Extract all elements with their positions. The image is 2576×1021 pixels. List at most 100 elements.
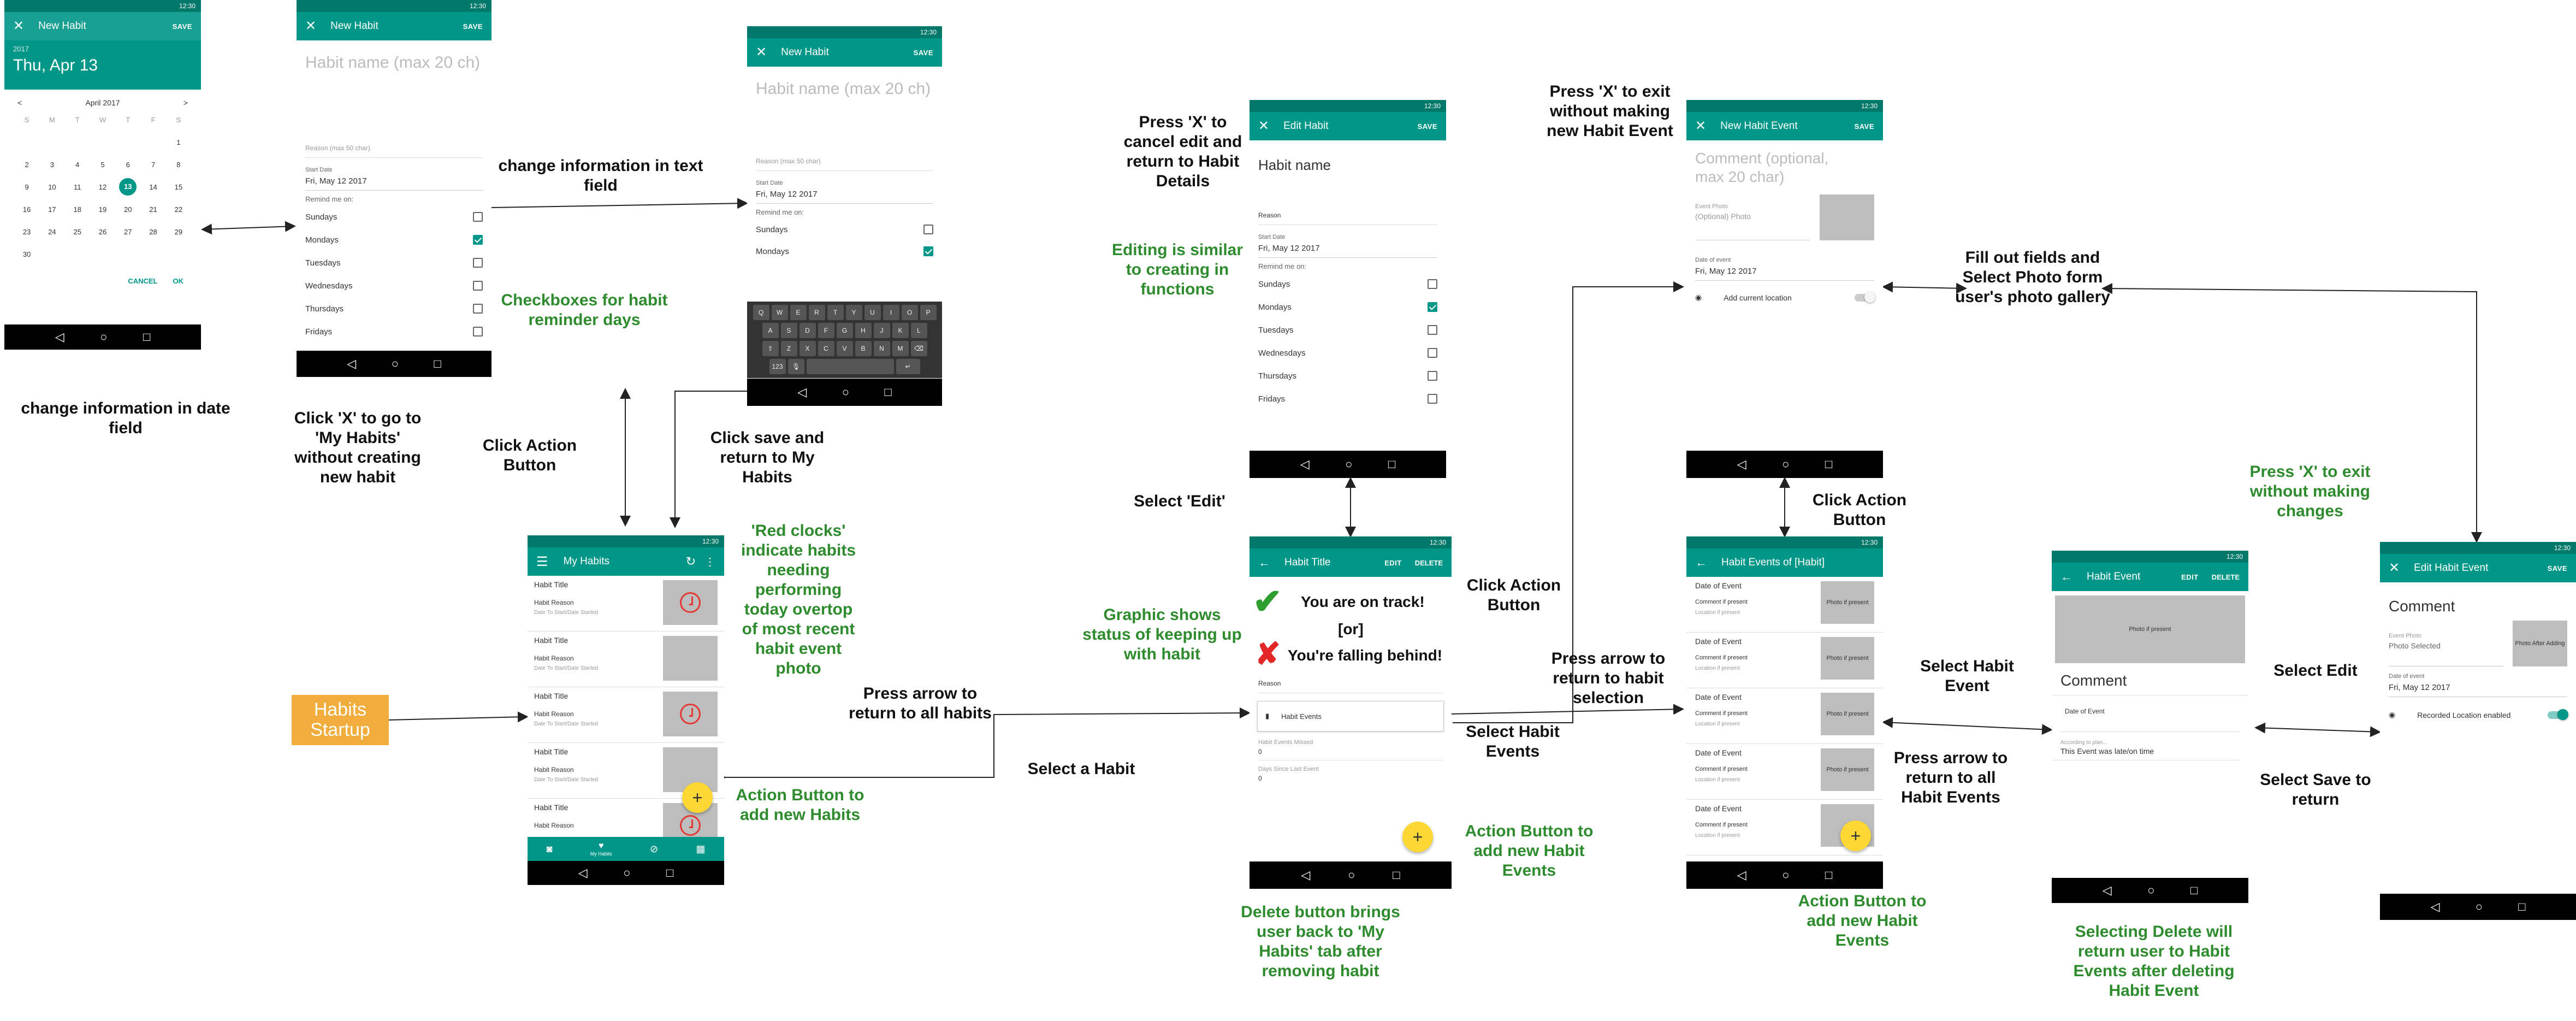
delete-button[interactable]: DELETE <box>2212 573 2240 581</box>
calendar-day[interactable]: 8 <box>166 161 191 169</box>
close-icon[interactable]: ✕ <box>756 46 767 59</box>
keyboard-key[interactable]: X <box>799 341 816 356</box>
date-field[interactable]: Fri, May 12 2017 <box>2389 682 2567 697</box>
reminder-checkbox[interactable] <box>1428 325 1437 335</box>
keyboard-key[interactable]: C <box>818 341 834 356</box>
calendar-day[interactable]: 7 <box>140 161 165 169</box>
reminder-checkbox[interactable] <box>923 246 933 256</box>
calendar-day[interactable]: 10 <box>39 183 64 191</box>
back-icon[interactable]: ◁ <box>55 330 64 344</box>
reminder-row[interactable]: Fridays <box>1249 387 1446 410</box>
close-icon[interactable]: ✕ <box>1258 120 1269 133</box>
calendar-day[interactable]: 28 <box>140 228 165 236</box>
keyboard-key[interactable]: F <box>818 323 834 338</box>
date-field[interactable]: Fri, May 12 2017 <box>1695 265 1874 281</box>
reminder-row[interactable]: Sundays <box>747 219 942 240</box>
calendar-day[interactable]: 6 <box>115 161 140 169</box>
calendar-day[interactable]: 2 <box>14 161 39 169</box>
calendar-day[interactable]: 5 <box>90 161 115 169</box>
recents-icon[interactable]: □ <box>1393 868 1400 882</box>
recents-icon[interactable]: □ <box>1388 457 1395 471</box>
reminder-row[interactable]: Mondays <box>1249 296 1446 318</box>
close-icon[interactable]: ✕ <box>305 20 316 33</box>
calendar-day[interactable]: 1 <box>166 138 191 146</box>
calendar-tab-icon[interactable]: ▦ <box>696 843 705 855</box>
photo-placeholder[interactable] <box>1820 194 1874 241</box>
start-date-field[interactable]: Fri, May 12 2017 <box>756 188 933 204</box>
event-row[interactable]: Date of Event Comment if present Location … <box>1686 688 1883 744</box>
home-icon[interactable]: ○ <box>100 330 107 344</box>
reminder-checkbox[interactable] <box>473 235 483 245</box>
calendar-day[interactable]: 3 <box>39 161 64 169</box>
back-icon[interactable]: ◁ <box>347 357 356 371</box>
edit-button[interactable]: EDIT <box>1384 559 1402 567</box>
edit-button[interactable]: EDIT <box>2181 573 2199 581</box>
ok-button[interactable]: OK <box>173 277 184 285</box>
enter-key-icon[interactable]: ↵ <box>896 359 920 374</box>
calendar-day[interactable]: 15 <box>166 183 191 191</box>
home-icon[interactable]: ○ <box>1345 457 1352 471</box>
backspace-key-icon[interactable]: ⌫ <box>910 341 927 356</box>
reminder-row[interactable]: Sundays <box>1249 273 1446 296</box>
calendar-day[interactable]: 23 <box>14 228 39 236</box>
cancel-button[interactable]: CANCEL <box>128 277 157 285</box>
back-icon[interactable]: ◁ <box>2431 900 2440 914</box>
keyboard-key[interactable]: O <box>901 305 918 320</box>
reminder-row[interactable]: Mondays <box>297 228 491 251</box>
reason-input[interactable]: Reason <box>1258 211 1437 225</box>
back-icon[interactable]: ◁ <box>1301 868 1310 882</box>
reason-input[interactable]: Reason (max 50 char) <box>305 144 483 158</box>
back-icon[interactable]: ◁ <box>578 866 588 880</box>
add-event-fab[interactable]: + <box>1840 821 1871 851</box>
reminder-checkbox[interactable] <box>473 258 483 268</box>
shift-key-icon[interactable]: ⇧ <box>762 341 779 356</box>
event-row[interactable]: Date of Event Comment if present Location … <box>1686 744 1883 800</box>
space-key[interactable] <box>806 359 894 374</box>
calendar-day[interactable]: 29 <box>166 228 191 236</box>
habit-row[interactable]: Habit Title Habit Reason Date To Start/Dat… <box>528 687 724 743</box>
keyboard-key[interactable]: Z <box>780 341 797 356</box>
close-icon[interactable]: ✕ <box>13 20 24 33</box>
habit-name-input[interactable]: Habit name <box>1249 140 1446 211</box>
location-toggle[interactable] <box>1855 291 1875 303</box>
keyboard-key[interactable]: W <box>771 305 788 320</box>
calendar-day[interactable]: 16 <box>14 205 39 214</box>
calendar-day[interactable]: 24 <box>39 228 64 236</box>
keyboard-key[interactable]: B <box>855 341 872 356</box>
keyboard-key[interactable]: Q <box>753 305 769 320</box>
reminder-row[interactable]: Fridays <box>297 320 491 343</box>
reminder-checkbox[interactable] <box>473 212 483 222</box>
home-icon[interactable]: ○ <box>842 385 849 399</box>
save-button[interactable]: SAVE <box>463 22 483 31</box>
save-button[interactable]: SAVE <box>2548 564 2567 573</box>
keyboard-key[interactable]: S <box>780 323 797 338</box>
year-label[interactable]: 2017 <box>13 45 192 53</box>
reason-input[interactable]: Reason (max 50 char) <box>756 157 933 171</box>
keyboard-key[interactable]: A <box>762 323 779 338</box>
comment-input[interactable]: Comment <box>2380 582 2576 621</box>
reminder-checkbox[interactable] <box>473 281 483 291</box>
home-icon[interactable]: ○ <box>2476 900 2483 914</box>
keyboard-key[interactable]: V <box>836 341 853 356</box>
calendar-day[interactable]: 22 <box>166 205 191 214</box>
habit-name-input[interactable]: Habit name (max 20 ch) <box>747 67 942 157</box>
start-date-field[interactable]: Fri, May 12 2017 <box>1258 243 1437 258</box>
keyboard-key[interactable]: K <box>892 323 909 338</box>
mic-icon[interactable]: 🎙 <box>787 359 804 374</box>
keyboard-key[interactable]: H <box>855 323 872 338</box>
calendar-day[interactable]: 26 <box>90 228 115 236</box>
calendar-day[interactable]: 27 <box>115 228 140 236</box>
keyboard-key[interactable]: P <box>920 305 937 320</box>
chevron-left-icon[interactable]: < <box>17 98 22 107</box>
habit-row[interactable]: Habit Title Habit Reason Date To Start/Dat… <box>528 632 724 687</box>
profile-tab-icon[interactable]: ◙ <box>547 843 553 855</box>
reminder-checkbox[interactable] <box>1428 302 1437 312</box>
back-icon[interactable]: ◁ <box>2103 883 2112 898</box>
reminder-checkbox[interactable] <box>1428 371 1437 381</box>
reminder-row[interactable]: Tuesdays <box>297 251 491 274</box>
reminder-checkbox[interactable] <box>1428 394 1437 404</box>
home-icon[interactable]: ○ <box>623 866 630 880</box>
reminder-row[interactable]: Thursdays <box>1249 364 1446 387</box>
reminder-row[interactable]: Tuesdays <box>1249 318 1446 341</box>
reminder-row[interactable]: Thursdays <box>297 297 491 320</box>
